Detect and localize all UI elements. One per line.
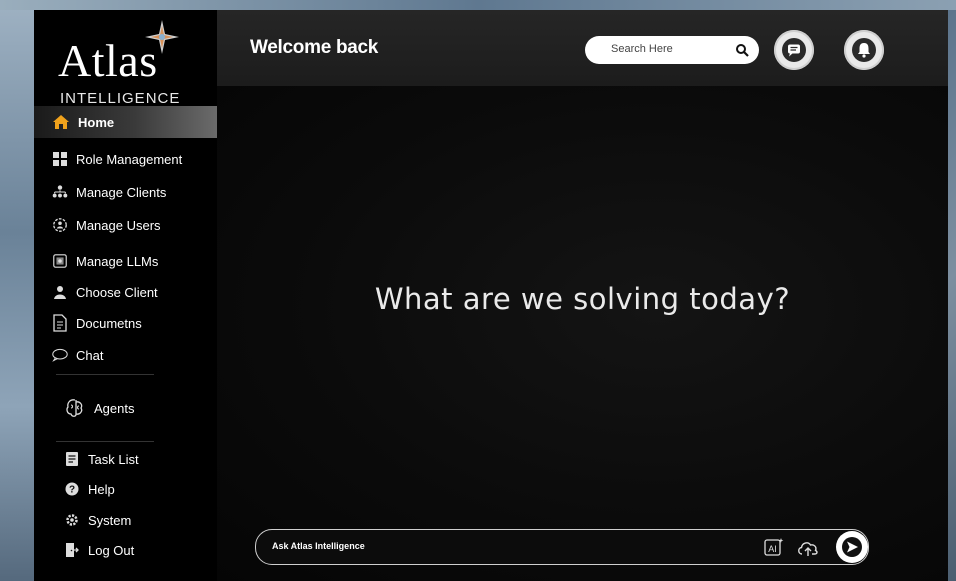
sidebar-item-role-management[interactable]: Role Management — [52, 148, 182, 170]
main-content: What are we solving today? Ask Atlas Int… — [217, 86, 948, 581]
sidebar-item-label: Home — [78, 114, 115, 130]
chat-bubble-icon — [52, 347, 68, 363]
sidebar-item-label: Manage Users — [76, 217, 161, 233]
logout-icon — [64, 542, 80, 558]
sidebar-item-choose-client[interactable]: Choose Client — [52, 281, 158, 303]
page-title: Welcome back — [250, 37, 379, 58]
send-icon — [842, 537, 862, 557]
search-placeholder: Search Here — [611, 43, 673, 55]
person-icon — [52, 284, 68, 300]
hero-headline: What are we solving today? — [374, 282, 791, 316]
sidebar-item-manage-llms[interactable]: Manage LLMs — [52, 250, 158, 272]
sidebar-item-label: Log Out — [88, 542, 135, 558]
sidebar-item-label: Role Management — [76, 151, 183, 167]
help-icon: ? — [64, 481, 80, 497]
brain-icon — [64, 397, 86, 419]
sidebar-item-label: Agents — [94, 400, 135, 416]
sidebar-divider — [56, 374, 154, 375]
gear-icon — [64, 512, 80, 528]
sidebar-item-log-out[interactable]: Log Out — [64, 539, 134, 561]
send-button[interactable] — [836, 531, 868, 563]
ask-input[interactable]: Ask Atlas Intelligence AI — [255, 529, 869, 565]
sidebar-item-label: Chat — [76, 347, 104, 363]
sidebar-item-chat[interactable]: Chat — [52, 344, 103, 366]
background-left — [0, 0, 34, 581]
sidebar-item-label: Help — [88, 481, 115, 497]
sidebar-item-home[interactable]: Home — [34, 106, 217, 138]
sidebar-item-label: Documetns — [76, 315, 142, 331]
users-gear-icon — [52, 217, 68, 233]
search-icon[interactable] — [735, 43, 749, 57]
sidebar-item-label: Manage LLMs — [76, 253, 159, 269]
upload-cloud-icon[interactable] — [796, 538, 820, 558]
ai-icon[interactable]: AI — [764, 537, 784, 557]
search-input[interactable]: Search Here — [585, 36, 759, 64]
chat-icon — [782, 38, 806, 62]
ask-placeholder: Ask Atlas Intelligence — [272, 541, 365, 551]
sidebar-item-task-list[interactable]: Task List — [64, 448, 139, 470]
messages-button[interactable] — [774, 30, 814, 70]
sidebar-divider — [56, 441, 154, 442]
app-window: Atlas INTELLIGENCE Home Role Management … — [34, 10, 948, 581]
sidebar-item-help[interactable]: ? Help — [64, 478, 115, 500]
notifications-button[interactable] — [844, 30, 884, 70]
org-chart-icon — [52, 184, 68, 200]
top-header: Welcome back Search Here — [217, 10, 948, 86]
svg-text:?: ? — [69, 485, 75, 496]
sidebar-item-agents[interactable]: Agents — [64, 397, 134, 419]
document-icon — [52, 314, 68, 332]
sidebar-item-label: Task List — [88, 451, 139, 467]
llm-chip-icon — [52, 253, 68, 269]
svg-text:AI: AI — [768, 544, 777, 554]
sidebar-item-label: Choose Client — [76, 284, 158, 300]
brand-name: Atlas — [58, 35, 158, 86]
sidebar-item-label: Manage Clients — [76, 184, 167, 200]
bell-icon — [852, 38, 876, 62]
home-icon — [52, 113, 70, 131]
grid-icon — [52, 151, 68, 167]
atlas-logo[interactable]: Atlas INTELLIGENCE — [58, 16, 198, 108]
background-top — [0, 0, 956, 10]
brand-subtitle: INTELLIGENCE — [60, 90, 181, 107]
sidebar-item-label: System — [88, 512, 132, 528]
sidebar-item-manage-clients[interactable]: Manage Clients — [52, 181, 166, 203]
sidebar-item-system[interactable]: System — [64, 509, 131, 531]
sidebar-item-documents[interactable]: Documetns — [52, 312, 142, 334]
sidebar-item-manage-users[interactable]: Manage Users — [52, 214, 161, 236]
sidebar: Atlas INTELLIGENCE Home Role Management … — [34, 10, 218, 581]
clipboard-icon — [64, 451, 80, 467]
